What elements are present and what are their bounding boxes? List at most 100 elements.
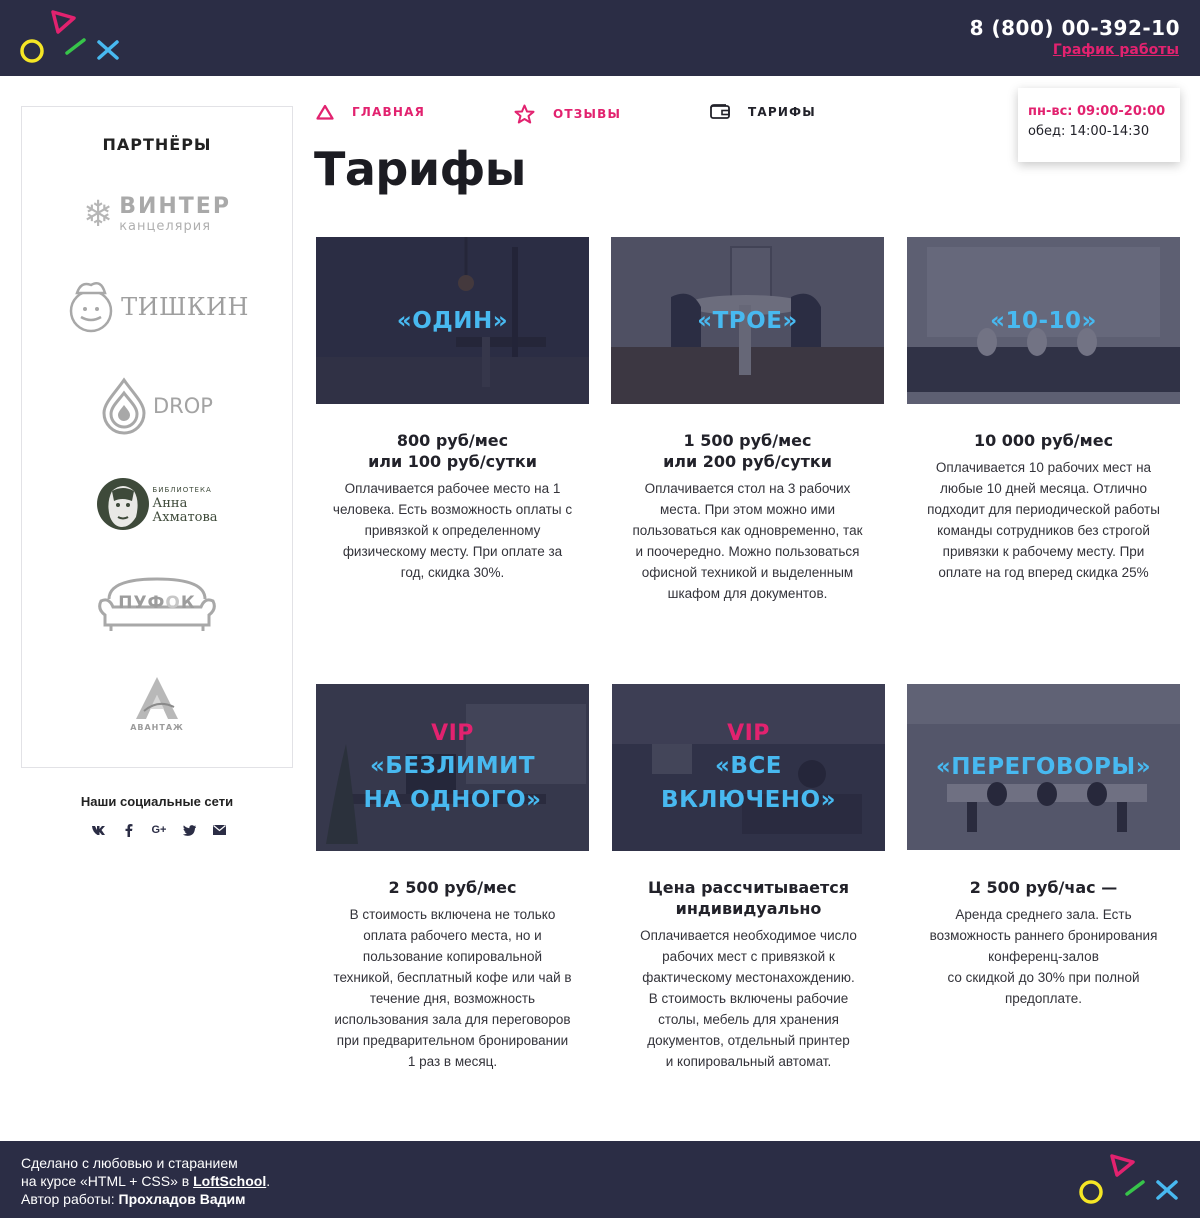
partner-akhmatova[interactable]: БИБЛИОТЕКА Анна Ахматова [22,477,292,531]
partner-akhmatova-name2: Ахматова [152,510,218,525]
tariff-caption: VIP «ВСЕ ВКЛЮЧЕНО» [612,684,885,851]
tariff-description: Аренда среднего зала. Есть возможность р… [907,904,1180,1009]
partner-avantazh[interactable]: АВАНТАЖ [22,675,292,732]
price-line-2: или 200 руб/сутки [663,452,832,471]
nav-tariffs[interactable]: ТАРИФЫ [710,104,816,120]
a-letter-icon [136,677,178,719]
tariff-caption: «ТРОЕ» [611,237,884,404]
price-line-1: Цена рассчитывается [647,878,850,897]
footer-credits: Сделано с любовью и старанием на курсе «… [21,1154,270,1208]
nav-reviews-label: ОТЗЫВЫ [553,107,622,121]
tariff-description: Оплачивается стол на 3 рабочих места. Пр… [611,478,884,604]
desc-line: и поочередно. Можно пользоваться [635,544,860,559]
vip-badge: VIP [431,720,474,746]
wallet-icon [710,104,730,119]
price-line-1: 10 000 руб/мес [973,431,1114,450]
tariff-image[interactable]: VIP «БЕЗЛИМИТ НА ОДНОГО» [316,684,589,851]
tariff-name-line-1: «БЕЗЛИМИТ [369,752,536,779]
tariff-name-line-2: ВКЛЮЧЕНО» [661,786,836,813]
twitter-icon[interactable] [174,820,204,840]
phone-number[interactable]: 8 (800) 00-392-10 [970,16,1180,40]
footer-line-3: Автор работы: Прохладов Вадим [21,1190,270,1208]
partner-winter[interactable]: ❄ ВИНТЕР канцелярия [22,195,292,235]
desc-line: В стоимость включена не только [349,907,556,922]
snowflake-icon: ❄ [83,194,114,235]
partner-winter-name: ВИНТЕР [119,194,231,219]
desc-line: любые 10 дней месяца. Отлично [940,481,1147,496]
desc-line: документов, отдельный принтер [647,1033,850,1048]
star-icon [514,104,535,124]
logo-icon[interactable] [20,10,122,64]
tariff-caption: VIP «БЕЗЛИМИТ НА ОДНОГО» [316,684,589,851]
price-line-1: 2 500 руб/мес [388,878,517,897]
desc-line: фактическому местонахождению. [642,970,855,985]
footer-logo-icon[interactable] [1078,1152,1180,1206]
desc-line: места. При этом можно ими [660,502,835,517]
partner-tishkin-name: ТИШКИН [121,293,249,321]
partner-pufok[interactable]: ПУФОК [22,577,292,633]
partner-drop[interactable]: DROP [22,377,292,435]
desc-line: физическому месту. При оплате за [342,544,563,559]
partner-avantazh-name: АВАНТАЖ [130,723,184,732]
tariff-image[interactable]: «ОДИН» [316,237,589,404]
hours-lunch: обед: 14:00-14:30 [1028,124,1150,139]
tariff-image[interactable]: «ПЕРЕГОВОРЫ» [907,684,1180,850]
tariff-name: «ТРОЕ» [697,307,798,334]
footer-dot: . [266,1173,271,1189]
desc-line: год, скидка 30%. [400,565,505,580]
tariff-card-vse-vklyucheno: VIP «ВСЕ ВКЛЮЧЕНО» Цена рассчитывается и… [612,684,885,1072]
desc-line: оплате на год вперед скидка 25% [938,565,1149,580]
desc-line: Оплачивается необходимое число [640,928,857,943]
partner-akhmatova-name1: Анна [152,496,188,511]
nav-reviews[interactable]: ОТЗЫВЫ [514,104,621,124]
desc-line: Оплачивается рабочее место на 1 [344,481,561,496]
social-links: G+ [84,820,234,840]
tariff-image[interactable]: «ТРОЕ» [611,237,884,404]
price-line-2: или 100 руб/сутки [368,452,537,471]
price-line-2: индивидуально [675,899,822,918]
desc-line: пользоваться как одновременно, так [632,523,863,538]
nav-main-label: ГЛАВНАЯ [352,105,426,119]
portrait-icon [97,478,150,530]
tariff-caption: «ПЕРЕГОВОРЫ» [907,684,1180,850]
desc-line: течение дня, возможность [369,991,536,1006]
tariff-name: «ПЕРЕГОВОРЫ» [935,754,1152,780]
facebook-icon[interactable] [114,820,144,840]
nav-main[interactable]: ГЛАВНАЯ [316,104,425,120]
mail-icon[interactable] [204,820,234,840]
tariff-description: Оплачивается 10 рабочих мест на любые 10… [907,457,1180,583]
desc-line: Оплачивается 10 рабочих мест на [935,460,1152,475]
tariff-name: «ОДИН» [396,307,509,334]
desc-line: и копировальный автомат. [665,1054,832,1069]
desc-line: В стоимость включены рабочие [648,991,849,1006]
partner-winter-sub: канцелярия [119,219,212,234]
tariff-image[interactable]: VIP «ВСЕ ВКЛЮЧЕНО» [612,684,885,851]
vk-icon[interactable] [84,820,114,840]
desc-line: возможность раннего бронирования [929,928,1158,943]
tariff-description: Оплачивается рабочее место на 1 человека… [316,478,589,583]
tariff-caption: «ОДИН» [316,237,589,404]
desc-line: шкафом для документов. [667,586,828,601]
tariff-image[interactable]: «10-10» [907,237,1180,404]
tariff-price: Цена рассчитывается индивидуально [612,877,885,919]
schedule-link[interactable]: График работы [1053,42,1179,58]
tariff-name: «10-10» [990,307,1097,334]
partner-drop-name: DROP [153,394,213,418]
desc-line: использования зала для переговоров [334,1012,571,1027]
google-plus-icon[interactable]: G+ [144,820,174,840]
partner-tishkin[interactable]: ТИШКИН [22,279,292,335]
tariff-card-10-10: «10-10» 10 000 руб/мес Оплачивается 10 р… [907,237,1180,583]
desc-line: столы, мебель для хранения [658,1012,839,1027]
tariff-description: Оплачивается необходимое число рабочих м… [612,925,885,1072]
desc-line: человека. Есть возможность оплаты с [332,502,573,517]
loftschool-link[interactable]: LoftSchool [193,1173,266,1189]
partner-pufok-c: К [180,593,196,613]
price-line-1: 1 500 руб/мес [683,431,812,450]
footer-line-2: на курсе «HTML + CSS» в LoftSchool. [21,1172,270,1190]
tariff-price: 800 руб/мес или 100 руб/сутки [316,430,589,472]
price-line-1: 800 руб/мес [396,431,509,450]
working-hours-popup: пн-вс: 09:00-20:00 обед: 14:00-14:30 [1018,88,1180,162]
desc-line: предоплате. [1004,991,1083,1006]
desc-line: конференц-залов [988,949,1099,964]
triangle-icon [316,104,334,120]
